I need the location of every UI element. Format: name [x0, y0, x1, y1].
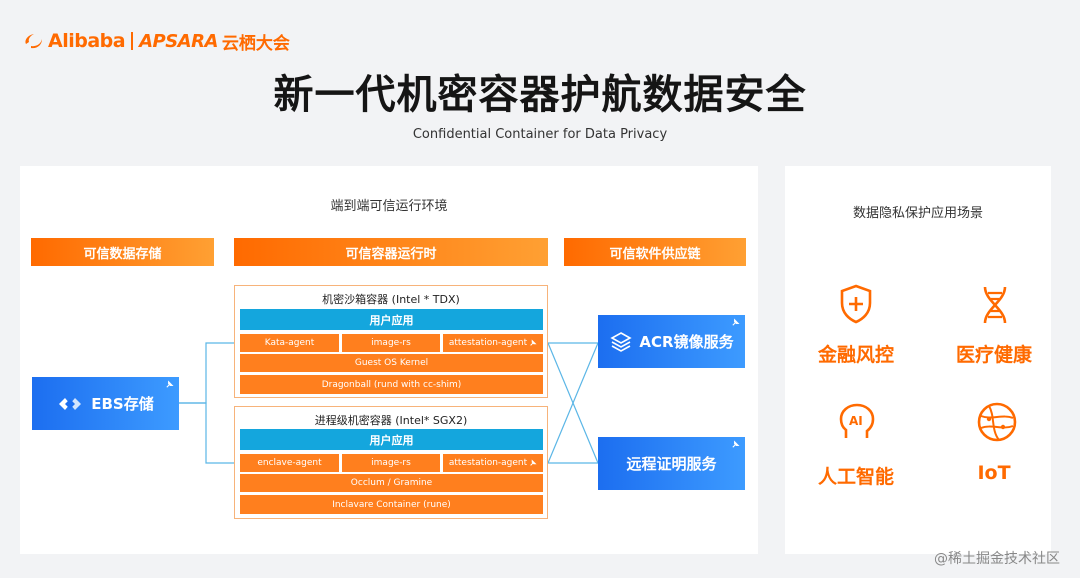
- sgx-attestation-agent-label: attestation-agent: [448, 458, 528, 468]
- watermark: @稀土掘金技术社区: [934, 551, 1060, 567]
- page-subtitle: Confidential Container for Data Privacy: [412, 127, 668, 142]
- alibaba-logo-icon: [25, 34, 42, 49]
- acr-image-service-card[interactable]: ACR镜像服务: [598, 315, 745, 368]
- sgx-user-app: 用户应用: [240, 429, 543, 450]
- trusted-environment-panel: 端到端可信运行环境 可信数据存储 可信容器运行时 可信软件供应链 EBS存储 机…: [20, 166, 758, 554]
- page-title: 新一代机密容器护航数据安全: [273, 72, 807, 118]
- tdx-image-rs: image-rs: [342, 334, 440, 352]
- panel-title: 数据隐私保护应用场景: [852, 206, 983, 221]
- scenario-finance: 金融风控: [817, 344, 894, 366]
- dna-icon: [983, 286, 1007, 324]
- sgx-libos: Occlum / Gramine: [240, 474, 543, 492]
- ebs-storage-label: EBS存储: [91, 395, 154, 413]
- scenario-iot: IoT: [977, 462, 1011, 484]
- sgx-enclave-agent: enclave-agent: [240, 454, 339, 472]
- acr-service-label: ACR镜像服务: [639, 333, 734, 351]
- tdx-guest-kernel: Guest OS Kernel: [240, 354, 543, 372]
- svg-text:AI: AI: [849, 414, 863, 428]
- logo-divider: [131, 32, 134, 50]
- event-name: 云栖大会: [221, 33, 290, 54]
- privacy-scenarios-panel: 数据隐私保护应用场景 金融风控 医疗健康 AI 人工智能 IoT: [785, 166, 1051, 554]
- connector-ebs-tdx: [178, 342, 234, 404]
- sgx-container-box: 进程级机密容器 (Intel* SGX2) 用户应用 enclave-agent…: [234, 406, 548, 519]
- attestation-service-label: 远程证明服务: [626, 455, 717, 473]
- sgx-box-title: 进程级机密容器 (Intel* SGX2): [314, 414, 468, 427]
- scenario-healthcare: 医疗健康: [955, 344, 1032, 366]
- tdx-dragonball: Dragonball (rund with cc-shim): [240, 375, 543, 394]
- shield-plus-icon: [840, 284, 872, 324]
- connector-ebs-sgx: [178, 402, 234, 464]
- sub-brand-name: APSARA: [139, 30, 218, 52]
- tdx-attestation-agent: attestation-agent: [443, 334, 543, 352]
- pin-icon: [732, 440, 740, 448]
- tdx-attestation-agent-label: attestation-agent: [448, 338, 528, 348]
- ai-head-icon: AI: [839, 403, 875, 438]
- acr-layers-icon: [610, 331, 633, 352]
- tdx-box-title: 机密沙箱容器 (Intel * TDX): [322, 293, 460, 306]
- remote-attestation-service-card[interactable]: 远程证明服务: [598, 437, 745, 490]
- scenario-ai: 人工智能: [817, 466, 894, 488]
- pin-icon: [530, 339, 537, 346]
- sgx-attestation-agent: attestation-agent: [443, 454, 543, 472]
- tdx-container-box: 机密沙箱容器 (Intel * TDX) 用户应用 Kata-agent ima…: [234, 285, 548, 398]
- sgx-image-rs: image-rs: [342, 454, 440, 472]
- ebs-storage-icon: [59, 397, 82, 410]
- pin-icon: [530, 459, 537, 466]
- pin-icon: [732, 318, 740, 326]
- brand-logo: Alibaba APSARA 云栖大会: [22, 28, 290, 54]
- pin-icon: [166, 380, 174, 388]
- globe-network-icon: [977, 402, 1017, 442]
- tdx-kata-agent: Kata-agent: [240, 334, 339, 352]
- tdx-user-app: 用户应用: [240, 309, 543, 330]
- brand-name: Alibaba: [48, 30, 126, 52]
- sgx-inclavare-runtime: Inclavare Container (rune): [240, 495, 543, 514]
- ebs-storage-card[interactable]: EBS存储: [32, 377, 179, 430]
